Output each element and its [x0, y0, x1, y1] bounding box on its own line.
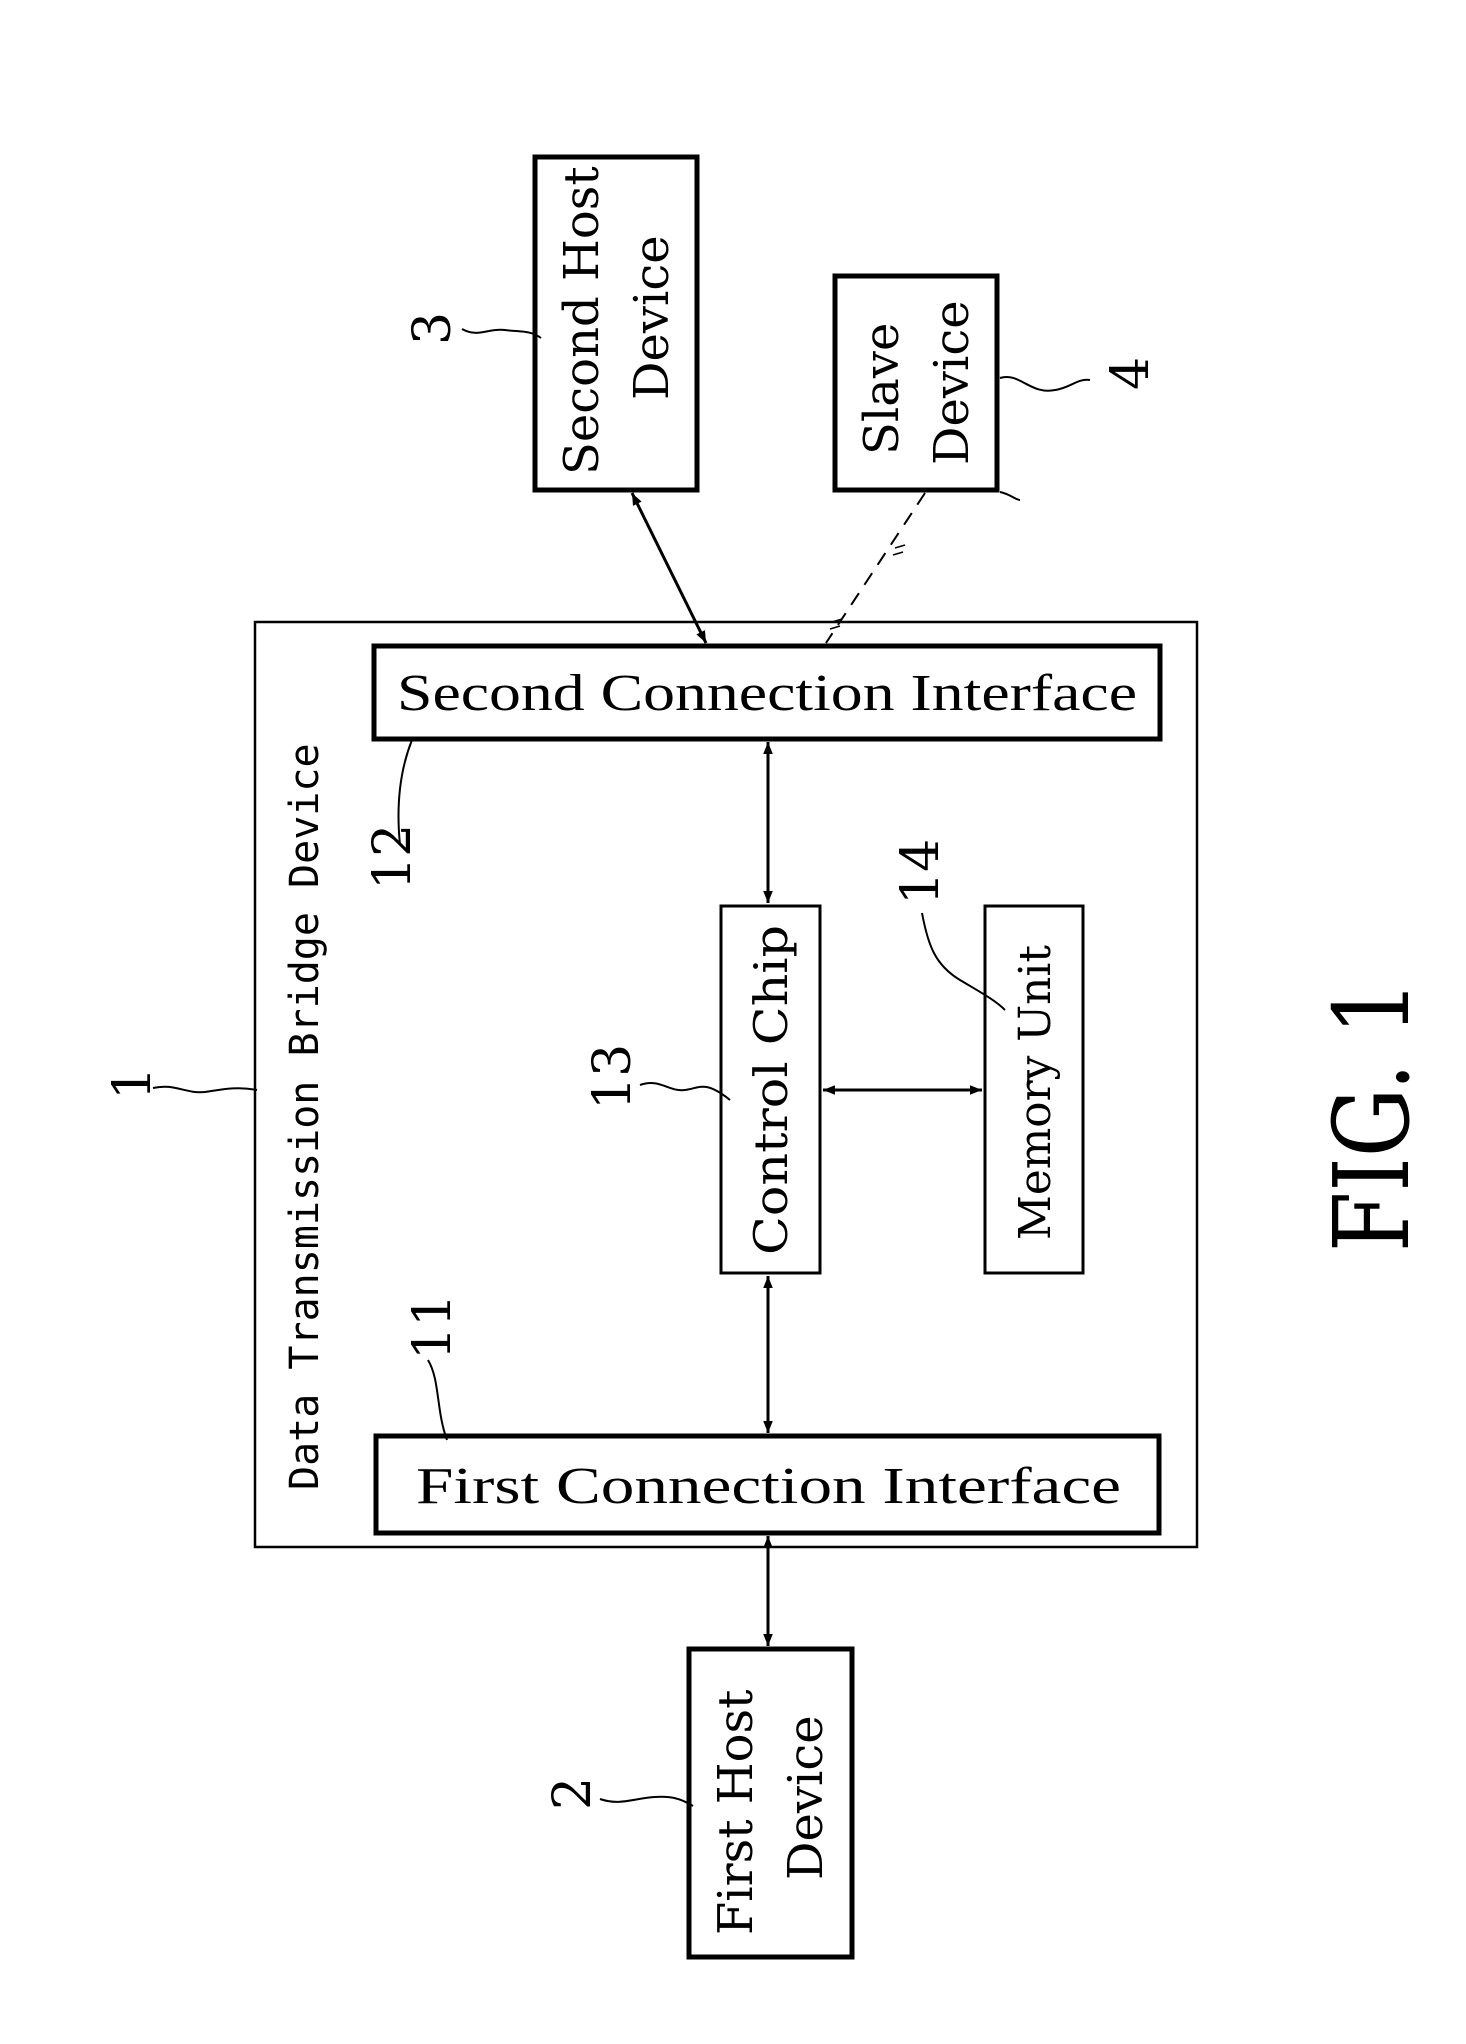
ref-12: 12	[363, 824, 423, 890]
slave-device-line1: Slave	[854, 323, 910, 455]
first-host-device-line2: Device	[778, 1715, 834, 1880]
leader-4	[999, 376, 1091, 392]
memory-unit-label: Memory Unit	[1010, 945, 1061, 1240]
ref-11: 11	[403, 1294, 463, 1360]
leader-3	[461, 328, 542, 339]
leader-13	[639, 1082, 731, 1101]
second-host-device-line1: Second Host	[554, 166, 610, 475]
second-connection-interface-label: Second Connection Interface	[397, 665, 1137, 722]
ref-13: 13	[583, 1044, 643, 1110]
first-host-device-line1: First Host	[708, 1690, 764, 1935]
leader-4-tail	[999, 491, 1021, 501]
dashed-arrow-mark-top	[892, 544, 906, 556]
ref-4: 4	[1101, 357, 1161, 390]
ref-14: 14	[891, 839, 951, 905]
first-connection-interface-label: First Connection Interface	[416, 1458, 1121, 1515]
leader-11	[427, 1359, 448, 1441]
connection-second-interface-to-slave	[825, 492, 926, 644]
control-chip-label: Control Chip	[744, 925, 798, 1255]
ref-2: 2	[543, 1777, 603, 1810]
slave-device-line2: Device	[924, 300, 980, 465]
figure-caption: FIG. 1	[1311, 980, 1433, 1252]
block-diagram: Data Transmission Bridge Device 1 Second…	[103, 154, 1433, 1960]
leader-2	[599, 1795, 694, 1807]
bridge-device-label: Data Transmission Bridge Device	[282, 743, 328, 1490]
connection-second-interface-to-second-host	[630, 492, 708, 644]
leader-1	[152, 1085, 258, 1094]
ref-3: 3	[403, 312, 463, 345]
second-host-device-line2: Device	[624, 235, 680, 400]
ref-1: 1	[103, 1067, 163, 1100]
